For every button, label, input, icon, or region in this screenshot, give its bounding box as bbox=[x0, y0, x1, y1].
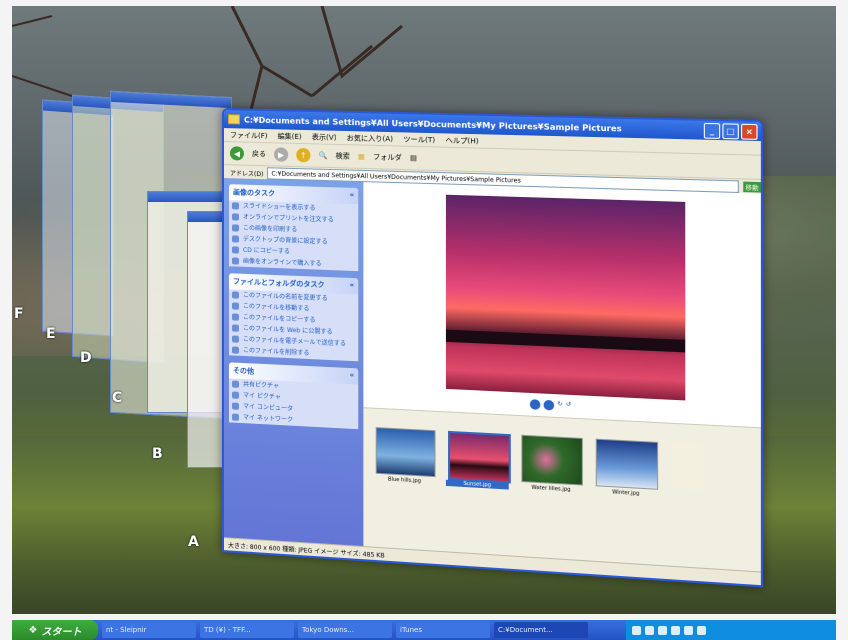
layer-label-b: B bbox=[152, 446, 163, 462]
taskbar-button-active[interactable]: C:¥Document... bbox=[494, 622, 588, 638]
window-body: 画像のタスク « スライドショーを表示する オンラインでプリントを注文する この画… bbox=[224, 178, 761, 572]
forward-icon[interactable]: ▶ bbox=[274, 147, 288, 161]
previous-image-button[interactable] bbox=[530, 399, 541, 410]
menu-tools[interactable]: ツール(T) bbox=[403, 134, 435, 145]
collapse-icon[interactable]: « bbox=[350, 191, 355, 201]
file-folder-tasks-panel: ファイルとフォルダのタスク « このファイルの名前を変更する このファイルを移動す… bbox=[229, 273, 358, 361]
layer-label-a: A bbox=[188, 534, 199, 550]
image-nav-controls: ↻ ↺ bbox=[530, 399, 571, 411]
rotate-ccw-icon[interactable]: ↺ bbox=[566, 401, 571, 412]
thumbnail-winter[interactable] bbox=[596, 439, 658, 490]
back-label[interactable]: 戻る bbox=[252, 149, 266, 159]
layer-label-f: F bbox=[14, 306, 24, 322]
thumbnail-file-icon[interactable] bbox=[671, 443, 704, 491]
layer-label-e: E bbox=[46, 326, 56, 342]
windows-logo-icon: ❖ bbox=[29, 625, 38, 636]
tray-icon[interactable] bbox=[671, 626, 680, 635]
layer-label-c: C bbox=[112, 390, 122, 406]
address-label: アドレス(D) bbox=[230, 168, 263, 178]
filmstrip: Blue hills.jpg Sunset.jpg Water lilies.j… bbox=[363, 407, 760, 572]
taskbar-button[interactable]: nt - Sleipnir bbox=[102, 622, 196, 638]
rotate-icon[interactable]: ↻ bbox=[557, 400, 562, 411]
taskbar: ❖ スタート nt - Sleipnir TD (¥) - TFF... Tok… bbox=[12, 620, 836, 640]
picture-tasks-panel: 画像のタスク « スライドショーを表示する オンラインでプリントを注文する この画… bbox=[229, 184, 358, 271]
task-pane: 画像のタスク « スライドショーを表示する オンラインでプリントを注文する この画… bbox=[224, 178, 363, 547]
folder-icon bbox=[228, 114, 240, 124]
start-button[interactable]: ❖ スタート bbox=[12, 620, 98, 640]
thumbnail-water-lilies[interactable] bbox=[521, 435, 583, 486]
panel-title: 画像のタスク bbox=[233, 187, 275, 198]
start-label: スタート bbox=[41, 623, 81, 638]
search-label[interactable]: 検索 bbox=[336, 151, 350, 161]
maximize-button[interactable]: □ bbox=[722, 123, 738, 139]
collapse-icon[interactable]: « bbox=[350, 371, 355, 381]
layer-label-d: D bbox=[80, 350, 92, 366]
tray-icon[interactable] bbox=[658, 626, 667, 635]
minimize-button[interactable]: _ bbox=[704, 122, 720, 138]
panel-title: ファイルとフォルダのタスク bbox=[233, 276, 325, 290]
views-icon[interactable]: ▤ bbox=[410, 154, 417, 162]
folders-label[interactable]: フォルダ bbox=[373, 152, 402, 163]
screenshot-frame: F E D C B A C:¥Documents and Settings¥Al… bbox=[0, 0, 848, 640]
menu-edit[interactable]: 編集(E) bbox=[278, 131, 302, 142]
system-tray bbox=[626, 620, 836, 640]
back-icon[interactable]: ◀ bbox=[230, 146, 244, 160]
tray-icon[interactable] bbox=[684, 626, 693, 635]
explorer-window[interactable]: C:¥Documents and Settings¥All Users¥Docu… bbox=[222, 108, 763, 587]
filmstrip-view: ↻ ↺ Blue hills.jpg Sunset.jpg Water lili… bbox=[363, 182, 760, 572]
menu-file[interactable]: ファイル(F) bbox=[230, 130, 268, 141]
tray-icon[interactable] bbox=[632, 626, 641, 635]
tray-icon[interactable] bbox=[645, 626, 654, 635]
collapse-icon[interactable]: « bbox=[350, 281, 355, 291]
go-button[interactable]: 移動 bbox=[743, 182, 761, 193]
thumbnail-label: Water lilies.jpg bbox=[519, 484, 583, 494]
close-button[interactable]: × bbox=[741, 123, 758, 139]
thumbnail-sunset[interactable] bbox=[448, 431, 511, 484]
search-icon[interactable]: 🔍 bbox=[319, 152, 328, 160]
thumbnail-label: Winter.jpg bbox=[594, 488, 659, 498]
other-places-panel: その他 « 共有ピクチャ マイ ピクチャ マイ コンピュータ マイ ネットワーク bbox=[229, 362, 358, 429]
horizon bbox=[446, 330, 685, 353]
panel-title: その他 bbox=[233, 366, 254, 377]
taskbar-button[interactable]: TD (¥) - TFF... bbox=[200, 622, 294, 638]
folders-icon[interactable]: ▦ bbox=[358, 153, 365, 161]
sunset-preview-image[interactable] bbox=[446, 195, 685, 401]
taskbar-button[interactable]: iTunes bbox=[396, 622, 490, 638]
menu-favorites[interactable]: お気に入り(A) bbox=[347, 133, 393, 144]
thumbnail-blue-hills[interactable] bbox=[376, 427, 436, 477]
up-folder-icon[interactable]: ↑ bbox=[296, 148, 310, 162]
taskbar-button[interactable]: Tokyo Downs... bbox=[298, 622, 392, 638]
menu-view[interactable]: 表示(V) bbox=[312, 132, 337, 143]
menu-help[interactable]: ヘルプ(H) bbox=[446, 135, 479, 146]
next-image-button[interactable] bbox=[544, 400, 555, 411]
thumbnail-label: Blue hills.jpg bbox=[374, 476, 436, 486]
tray-icon[interactable] bbox=[697, 626, 706, 635]
